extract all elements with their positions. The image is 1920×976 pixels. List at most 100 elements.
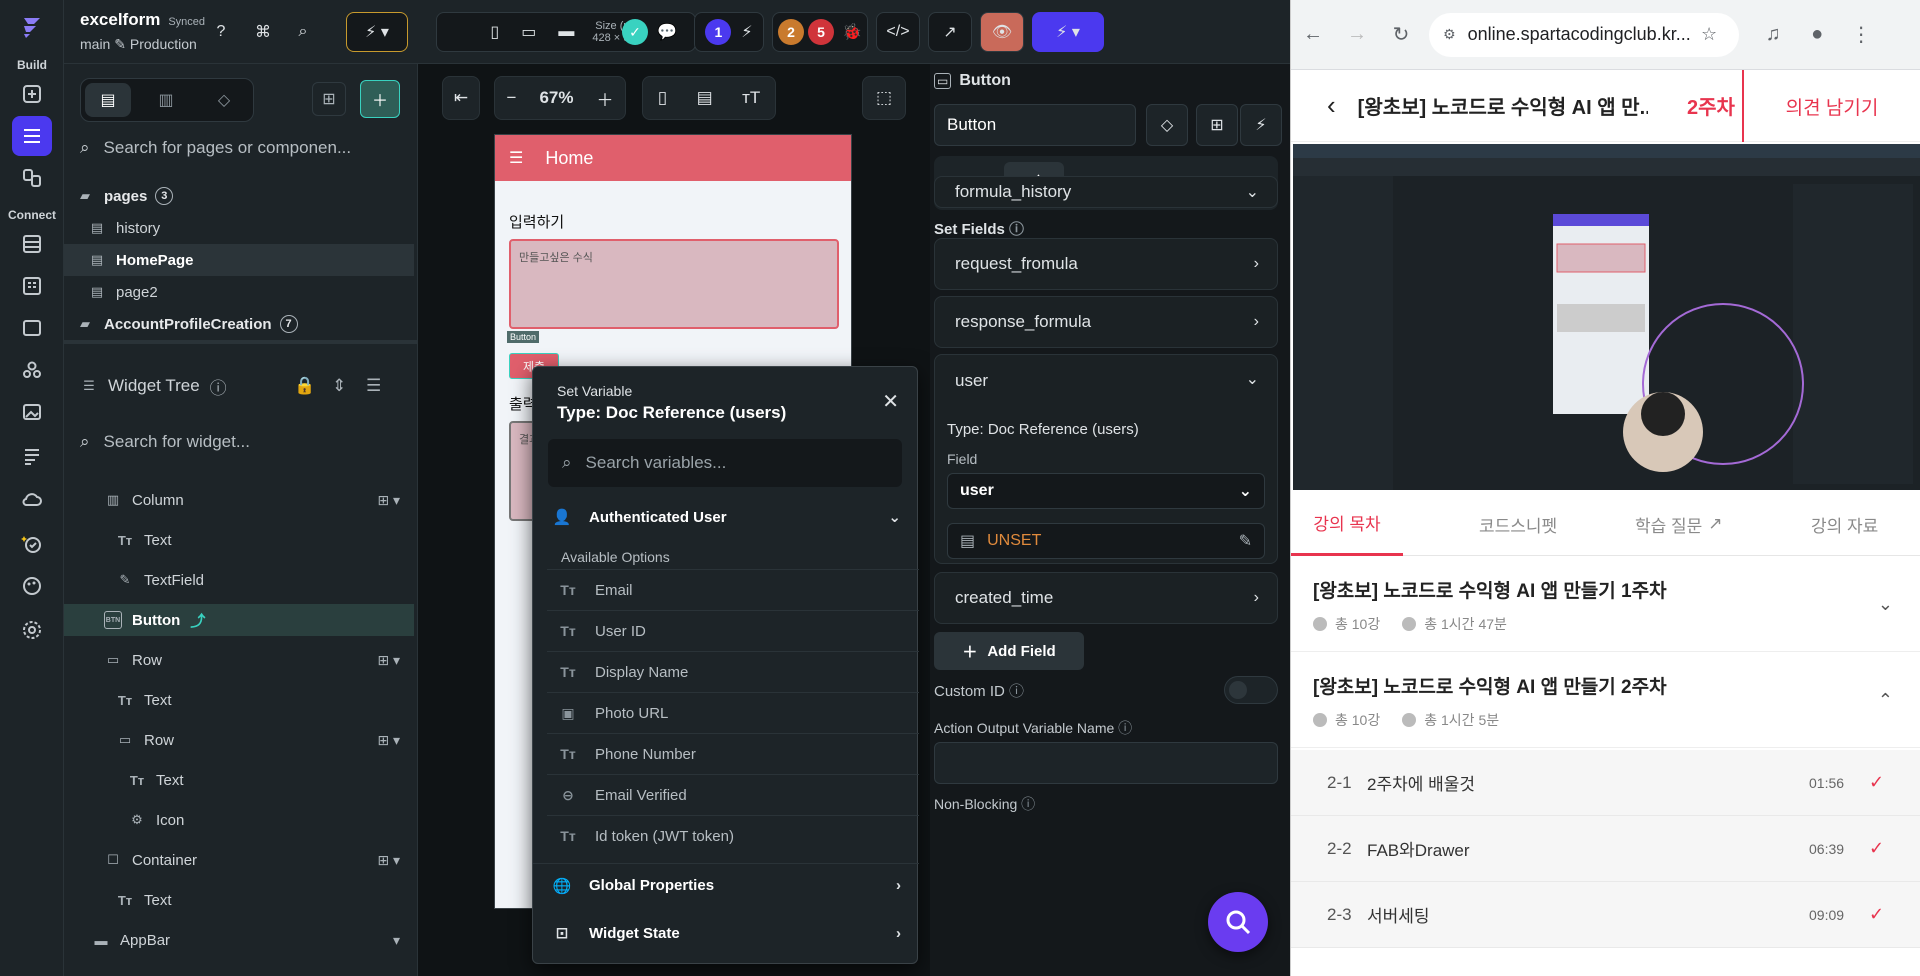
edit-pencil-icon[interactable]: ✎ xyxy=(1239,531,1252,551)
field-request-fromula[interactable]: request_fromula › xyxy=(934,238,1278,290)
flow-selector-button[interactable]: ⚡ ▾ xyxy=(346,12,408,52)
page-search-input[interactable]: ⌕ Search for pages or componen... xyxy=(64,126,418,170)
tab-code-snippet[interactable]: 코드스니펫 xyxy=(1479,492,1557,556)
add-field-button[interactable]: ＋ Add Field xyxy=(934,632,1084,670)
tree-item-button[interactable]: BTN Button ⤴ xyxy=(64,604,414,636)
errors-group[interactable]: 2 5 🐞 xyxy=(772,12,868,52)
profile-avatar-icon[interactable]: ● xyxy=(1795,23,1839,46)
search-fab-button[interactable] xyxy=(1208,892,1268,952)
info-icon[interactable]: ⓘ xyxy=(210,374,227,399)
more-menu-icon[interactable]: ⋮ xyxy=(1839,22,1883,47)
tree-item-text[interactable]: Tт Text xyxy=(64,884,414,916)
tree-item-container[interactable]: ☐ Container ⊞ ▾ xyxy=(64,844,414,876)
bookmark-star-icon[interactable]: ☆ xyxy=(1701,24,1717,45)
zoom-out-button[interactable]: − xyxy=(507,88,517,108)
field-user-header[interactable]: user ⌄ xyxy=(955,371,1277,391)
add-child-icon[interactable]: ⊞ ▾ xyxy=(377,732,400,749)
collection-dropdown[interactable]: formula_history ⌄ xyxy=(934,176,1278,208)
theme-icon[interactable] xyxy=(12,566,52,606)
close-icon[interactable]: ✕ xyxy=(882,389,899,414)
pages-tab-icon[interactable]: ▤ xyxy=(85,83,131,117)
tree-item-icon[interactable]: ⚙ Icon xyxy=(64,804,414,836)
collapse-panel-icon[interactable]: ⇤ xyxy=(442,76,480,120)
tree-item-textfield[interactable]: ✎ TextField xyxy=(64,564,414,596)
help-icon[interactable]: ? xyxy=(206,12,236,52)
command-icon[interactable]: ⌘ xyxy=(248,12,278,52)
page-item-page2[interactable]: ▤ page2 xyxy=(64,276,414,308)
custom-id-toggle[interactable] xyxy=(1224,676,1278,704)
unset-value-box[interactable]: ▤ UNSET ✎ xyxy=(947,523,1265,559)
new-folder-icon[interactable]: ⊞ xyxy=(312,82,346,116)
add-component-icon[interactable]: ⊞ xyxy=(1196,104,1238,146)
field-created-time[interactable]: created_time › xyxy=(934,572,1278,624)
option-user-id[interactable]: Tт User ID xyxy=(547,610,919,651)
address-bar[interactable]: ⚙ online.spartacodingclub.kr... xyxy=(1429,12,1739,57)
panel-divider[interactable] xyxy=(64,340,418,344)
widget-search-input[interactable]: ⌕ Search for widget... xyxy=(64,420,418,464)
layout-icon[interactable]: ▤ xyxy=(697,88,713,108)
tree-item-appbar[interactable]: ▬ AppBar ▾ xyxy=(64,924,414,956)
add-child-icon[interactable]: ⊞ ▾ xyxy=(377,852,400,869)
project-info[interactable]: excelform Synced main ✎ Production xyxy=(80,10,205,53)
widget-state-group[interactable]: ⊡ Widget State › xyxy=(533,911,919,955)
account-profile-folder[interactable]: ▰ AccountProfileCreation 7 xyxy=(64,308,414,340)
phone-device-icon[interactable]: ▯ xyxy=(490,22,499,42)
transform-icon[interactable]: ⬚ xyxy=(862,76,906,120)
info-icon[interactable]: ⓘ xyxy=(1021,796,1035,812)
authenticated-user-group[interactable]: 👤 Authenticated User ⌄ xyxy=(533,495,919,539)
flow-icon[interactable]: ⚡ xyxy=(1240,104,1282,146)
field-response-formula[interactable]: response_formula › xyxy=(934,296,1278,348)
option-id-token[interactable]: Tт Id token (JWT token) xyxy=(547,815,919,856)
option-email-verified[interactable]: ⊖ Email Verified xyxy=(547,774,919,815)
lesson-item[interactable]: 2-3 서버세팅 09:09 ✓ xyxy=(1291,882,1920,948)
code-icon[interactable]: </> xyxy=(876,12,920,52)
page-item-history[interactable]: ▤ history xyxy=(64,212,414,244)
tab-toc[interactable]: 강의 목차 xyxy=(1291,492,1403,556)
lesson-item[interactable]: 2-2 FAB와Drawer 06:39 ✓ xyxy=(1291,816,1920,882)
tree-item-text[interactable]: Tт Text xyxy=(64,524,414,556)
action-output-input[interactable] xyxy=(934,742,1278,784)
tablet-device-icon[interactable]: ▭ xyxy=(521,22,536,42)
variable-search-input[interactable]: ⌕ Search variables... xyxy=(548,439,902,487)
preview-appbar[interactable]: ☰ Home xyxy=(495,135,851,181)
tree-item-text[interactable]: Tт Text xyxy=(64,684,414,716)
library-diamond-icon[interactable]: ◇ xyxy=(201,83,247,117)
field-value-dropdown[interactable]: user ⌄ xyxy=(947,473,1265,509)
media-assets-icon[interactable] xyxy=(12,308,52,348)
api-calls-icon[interactable] xyxy=(12,266,52,306)
lesson-item[interactable]: 2-1 2주차에 배울것 01:56 ✓ xyxy=(1291,750,1920,816)
week1-section[interactable]: [왕초보] 노코드로 수익형 AI 앱 만들기 1주차 총 10강 총 1시간 4… xyxy=(1291,556,1920,652)
reload-icon[interactable]: ↻ xyxy=(1379,22,1423,47)
tree-item-column[interactable]: ▥ Column ⊞ ▾ xyxy=(64,484,414,516)
issues-group[interactable]: 1 ⚡ xyxy=(694,12,764,52)
back-arrow-icon[interactable]: ← xyxy=(1291,23,1335,46)
widget-tree-icon[interactable] xyxy=(12,116,52,156)
option-display-name[interactable]: Tт Display Name xyxy=(547,651,919,692)
feedback-button[interactable]: 의견 남기기 xyxy=(1742,70,1920,142)
add-page-button[interactable]: ＋ xyxy=(360,80,400,118)
lock-icon[interactable]: 🔒 xyxy=(294,376,315,396)
image-icon[interactable] xyxy=(12,392,52,432)
tree-item-row[interactable]: ▭ Row ⊞ ▾ xyxy=(64,724,414,756)
add-child-icon[interactable]: ⊞ ▾ xyxy=(377,652,400,669)
add-page-icon[interactable] xyxy=(12,74,52,114)
version-check-icon[interactable]: ✓ xyxy=(620,12,650,52)
info-icon[interactable]: ⓘ xyxy=(1118,720,1132,736)
info-icon[interactable]: ⓘ xyxy=(1009,683,1024,700)
run-button[interactable]: ⚡ ▾ xyxy=(1032,12,1104,52)
list-icon[interactable] xyxy=(12,436,52,476)
settings-gear-icon[interactable] xyxy=(12,610,52,650)
tab-questions[interactable]: 학습 질문 ↗ xyxy=(1635,492,1723,556)
flutterflow-logo-icon[interactable] xyxy=(18,14,46,42)
menu-icon[interactable]: ☰ xyxy=(509,148,523,168)
preview-eye-icon[interactable]: 👁 xyxy=(980,12,1024,52)
branch-info[interactable]: main ✎ Production xyxy=(80,36,205,53)
week2-section[interactable]: [왕초보] 노코드로 수익형 AI 앱 만들기 2주차 총 10강 총 1시간 5… xyxy=(1291,652,1920,748)
back-chevron-icon[interactable]: ‹ xyxy=(1327,90,1336,121)
text-scale-icon[interactable]: тT xyxy=(742,88,760,108)
option-photo-url[interactable]: ▣ Photo URL xyxy=(547,692,919,733)
desktop-device-icon[interactable]: ▬ xyxy=(558,23,574,41)
add-child-icon[interactable]: ⊞ ▾ xyxy=(377,492,400,509)
check-sparkle-icon[interactable] xyxy=(12,524,52,564)
zoom-in-button[interactable]: ＋ xyxy=(596,86,613,111)
